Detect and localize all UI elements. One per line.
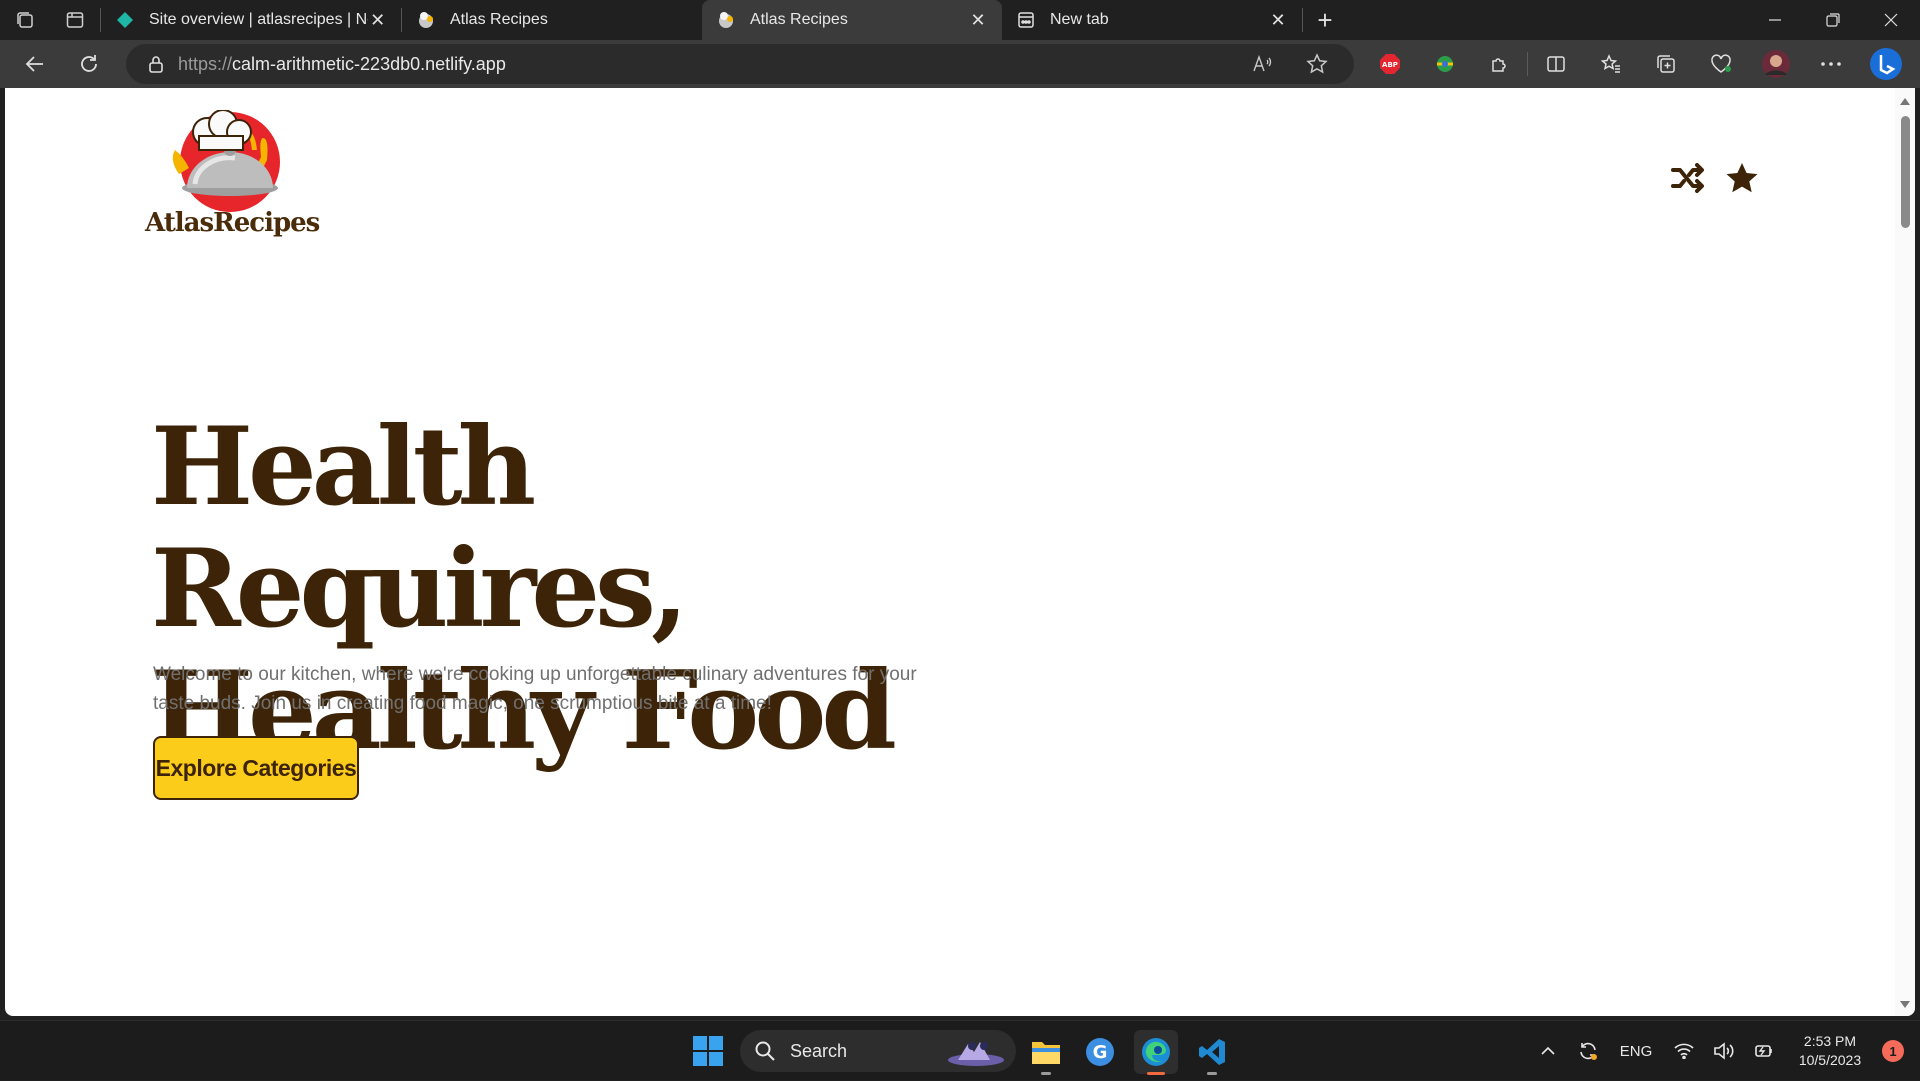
favorites-icon[interactable] bbox=[1583, 40, 1638, 88]
tab-title: Atlas Recipes bbox=[750, 11, 848, 28]
netlify-icon bbox=[115, 10, 135, 30]
browser-tab-bar: Site overview | atlasrecipes | Netl ✕ At… bbox=[0, 0, 1920, 40]
close-icon[interactable]: ✕ bbox=[368, 10, 387, 30]
new-tab-icon bbox=[1016, 10, 1036, 30]
extension-globe-icon[interactable] bbox=[1417, 40, 1472, 88]
svg-text:ABP: ABP bbox=[1382, 61, 1398, 69]
tab-title: Atlas Recipes bbox=[450, 11, 548, 28]
tab-actions-icon[interactable] bbox=[50, 0, 100, 40]
search-placeholder: Search bbox=[790, 1040, 848, 1061]
favorite-star-icon[interactable] bbox=[1290, 53, 1344, 75]
tab-title: Site overview | atlasrecipes | Netl bbox=[149, 11, 369, 28]
system-tray: ENG 2:53 PM 10/5/2023 1 bbox=[1528, 1021, 1920, 1081]
favorites-star-icon[interactable] bbox=[1724, 160, 1760, 196]
hero-line-1: Health Requires, bbox=[151, 404, 689, 652]
chef-cloche-logo-icon bbox=[172, 109, 280, 212]
logo-text: AtlasRecipes bbox=[145, 208, 320, 238]
address-bar-actions bbox=[1236, 44, 1344, 84]
volume-icon[interactable] bbox=[1704, 1042, 1744, 1060]
profile-avatar[interactable] bbox=[1748, 40, 1803, 88]
read-aloud-icon[interactable] bbox=[1236, 54, 1290, 74]
explore-categories-button[interactable]: Explore Categories bbox=[153, 736, 359, 800]
lock-icon[interactable] bbox=[134, 55, 178, 73]
running-indicator bbox=[1207, 1072, 1217, 1075]
language-indicator[interactable]: ENG bbox=[1608, 1043, 1664, 1060]
restore-icon[interactable] bbox=[1804, 0, 1862, 40]
shuffle-icon[interactable] bbox=[1670, 160, 1706, 196]
split-screen-icon[interactable] bbox=[1528, 40, 1583, 88]
wifi-icon[interactable] bbox=[1664, 1043, 1704, 1059]
running-indicator bbox=[1041, 1072, 1051, 1075]
browser-essentials-icon[interactable] bbox=[1693, 40, 1748, 88]
tab-atlas-recipes-1[interactable]: Atlas Recipes bbox=[402, 0, 702, 40]
extensions-puzzle-icon[interactable] bbox=[1472, 40, 1527, 88]
windows-start-icon[interactable] bbox=[692, 1035, 726, 1069]
scrollbar-thumb[interactable] bbox=[1901, 116, 1910, 228]
close-window-icon[interactable] bbox=[1862, 0, 1920, 40]
window-controls bbox=[1746, 0, 1920, 40]
tab-atlas-recipes-2[interactable]: Atlas Recipes ✕ bbox=[702, 0, 1002, 40]
minimize-icon[interactable] bbox=[1746, 0, 1804, 40]
url-text[interactable]: https://calm-arithmetic-223db0.netlify.a… bbox=[178, 54, 506, 75]
url-scheme: https:// bbox=[178, 53, 233, 74]
scroll-down-arrow-icon[interactable] bbox=[1900, 1001, 1910, 1008]
scroll-up-arrow-icon[interactable] bbox=[1900, 98, 1910, 105]
extensions-row: ABP bbox=[1362, 40, 1913, 88]
vscode-icon[interactable] bbox=[1190, 1030, 1234, 1075]
browser-toolbar: https://calm-arithmetic-223db0.netlify.a… bbox=[0, 40, 1920, 88]
site-logo[interactable]: AtlasRecipes bbox=[145, 109, 320, 250]
taskbar-search[interactable]: Search bbox=[740, 1030, 1016, 1072]
back-icon[interactable] bbox=[8, 40, 62, 88]
clock-time: 2:53 PM bbox=[1803, 1033, 1857, 1049]
clock-date: 10/5/2023 bbox=[1798, 1052, 1862, 1068]
svg-text:G: G bbox=[1093, 1042, 1108, 1063]
windows-taskbar: Search G ENG 2:53 PM 10/5/2023 1 bbox=[0, 1020, 1920, 1080]
hero-subtitle: Welcome to our kitchen, where we're cook… bbox=[153, 664, 917, 714]
notification-badge[interactable]: 1 bbox=[1882, 1040, 1904, 1062]
tab-new-tab[interactable]: New tab ✕ bbox=[1002, 0, 1302, 40]
battery-charging-icon[interactable] bbox=[1744, 1042, 1784, 1060]
page-viewport: AtlasRecipes Health Requires, Healthy Fo… bbox=[5, 88, 1915, 1016]
atlas-recipes-icon bbox=[716, 10, 736, 30]
tab-netlify[interactable]: Site overview | atlasrecipes | Netl ✕ bbox=[101, 0, 401, 40]
bing-copilot-icon[interactable] bbox=[1858, 40, 1913, 88]
vertical-scrollbar[interactable] bbox=[1895, 88, 1915, 1016]
address-bar[interactable]: https://calm-arithmetic-223db0.netlify.a… bbox=[126, 44, 1354, 84]
search-icon bbox=[754, 1040, 780, 1062]
header-nav bbox=[1670, 160, 1760, 196]
new-tab-plus-icon[interactable]: + bbox=[1303, 0, 1347, 40]
more-options-icon[interactable] bbox=[1803, 40, 1858, 88]
running-indicator bbox=[1147, 1072, 1165, 1075]
refresh-icon[interactable] bbox=[62, 40, 116, 88]
sync-update-icon[interactable] bbox=[1568, 1040, 1608, 1062]
microsoft-edge-icon[interactable] bbox=[1134, 1030, 1178, 1075]
atlas-recipes-icon bbox=[416, 10, 436, 30]
close-icon[interactable]: ✕ bbox=[968, 10, 988, 30]
file-explorer-icon[interactable] bbox=[1024, 1030, 1068, 1075]
close-icon[interactable]: ✕ bbox=[1268, 10, 1288, 30]
search-highlight-icon bbox=[944, 1034, 1008, 1068]
google-chrome-g-icon[interactable]: G bbox=[1078, 1030, 1122, 1074]
url-host: calm-arithmetic-223db0.netlify.app bbox=[232, 53, 506, 74]
workspaces-icon[interactable] bbox=[0, 0, 50, 40]
tab-title: New tab bbox=[1050, 11, 1109, 28]
clock[interactable]: 2:53 PM 10/5/2023 bbox=[1784, 1032, 1876, 1070]
show-hidden-icons-chevron-icon[interactable] bbox=[1528, 1046, 1568, 1056]
adblock-plus-icon[interactable]: ABP bbox=[1362, 40, 1417, 88]
collections-icon[interactable] bbox=[1638, 40, 1693, 88]
